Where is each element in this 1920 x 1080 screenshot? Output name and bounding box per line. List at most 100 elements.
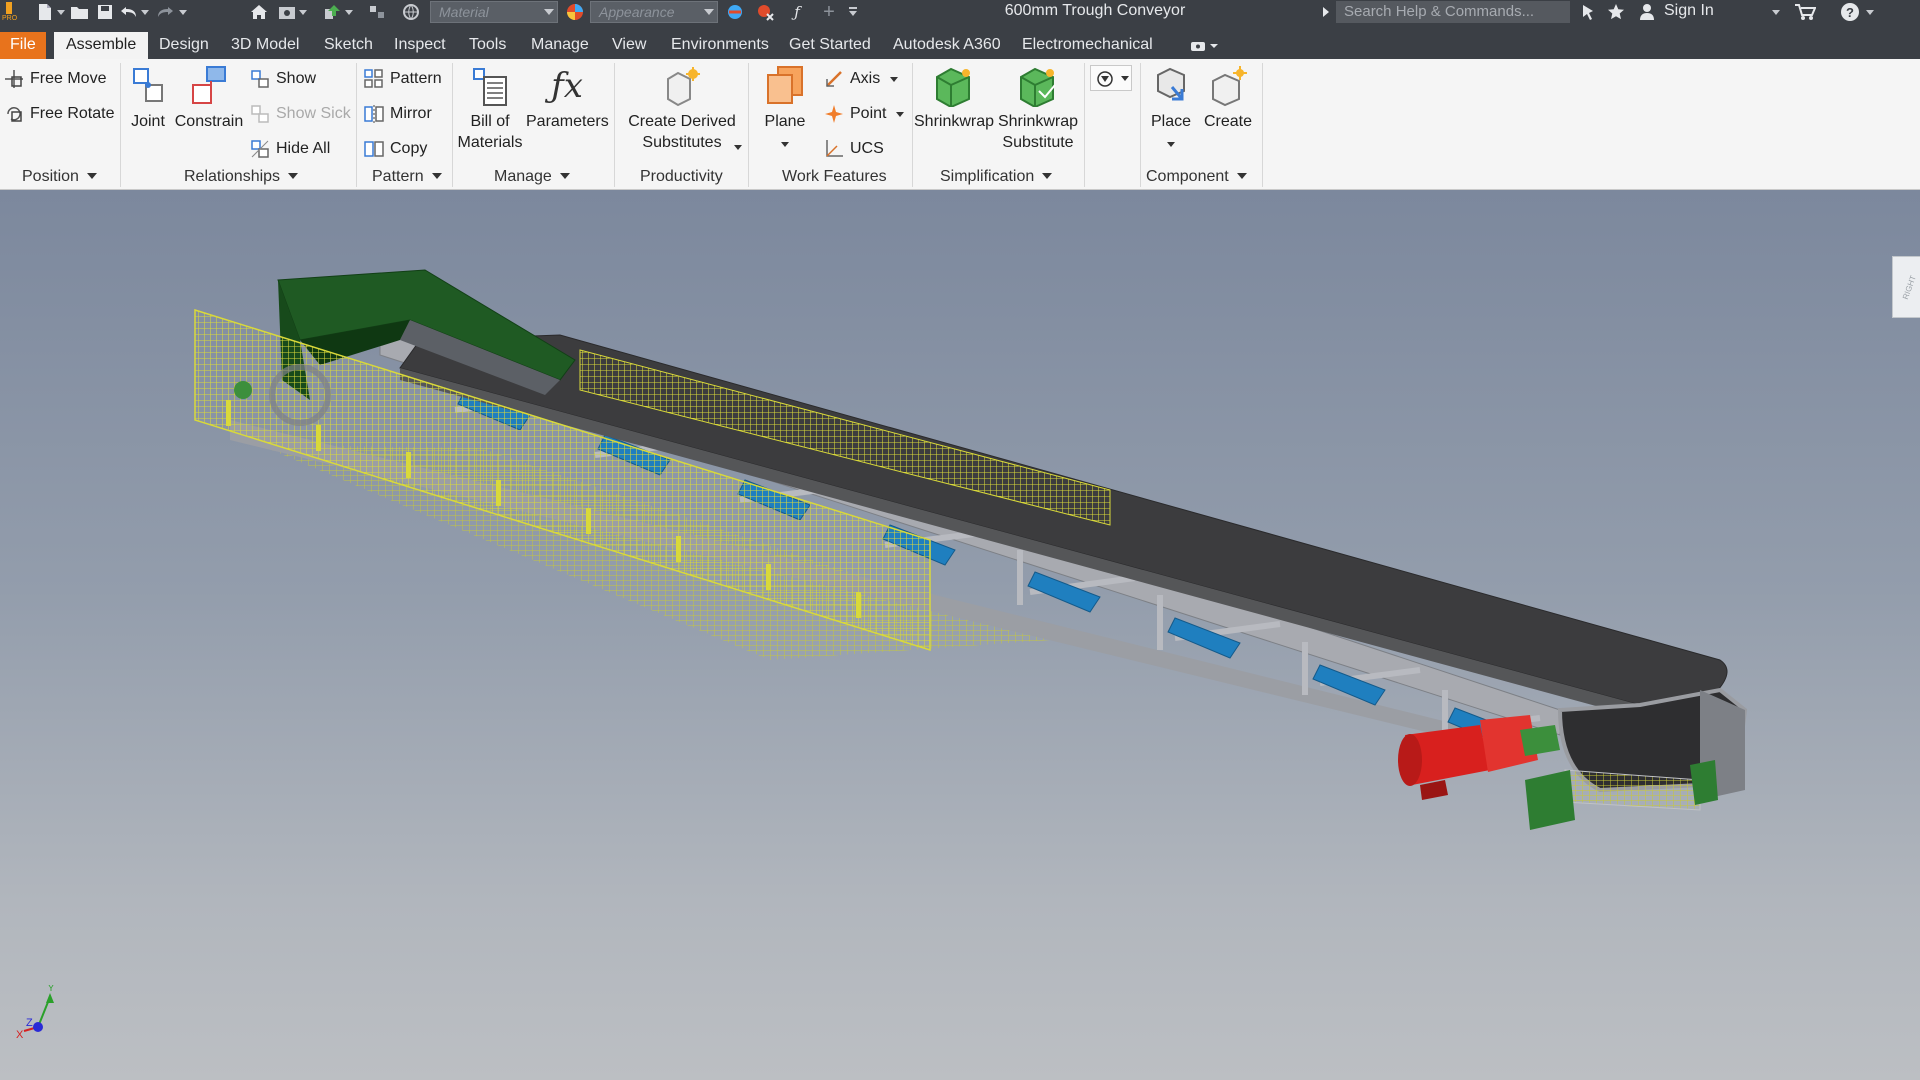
position-panel-label[interactable]: Position <box>22 168 97 186</box>
select-filter-dropdown-icon[interactable] <box>344 0 354 24</box>
tab-sketch[interactable]: Sketch <box>324 33 373 59</box>
point-button[interactable]: Point <box>824 102 905 126</box>
bill-of-materials-button[interactable]: Bill of Materials <box>454 65 526 153</box>
selection-filter-dropdown[interactable] <box>1090 65 1132 91</box>
search-input[interactable]: Search Help & Commands... <box>1336 1 1570 23</box>
manage-panel-label[interactable]: Manage <box>494 168 570 186</box>
plane-dropdown-icon[interactable] <box>781 142 789 147</box>
open-folder-icon[interactable] <box>68 0 92 24</box>
bill-of-materials-icon <box>470 65 510 107</box>
productivity-panel-label: Productivity <box>640 168 723 186</box>
point-label: Point <box>850 105 887 122</box>
tab-autodesk-a360[interactable]: Autodesk A360 <box>893 33 1001 59</box>
free-rotate-icon <box>4 104 24 124</box>
copy-button[interactable]: Copy <box>364 137 427 161</box>
create-derived-dropdown-icon[interactable] <box>734 137 742 155</box>
tail-bearing <box>234 381 252 399</box>
place-dropdown-icon[interactable] <box>1167 142 1175 147</box>
mirror-label: Mirror <box>390 105 432 122</box>
tab-design[interactable]: Design <box>159 33 209 59</box>
search-expand-icon[interactable] <box>1320 0 1332 24</box>
axis-button[interactable]: Axis <box>824 67 899 91</box>
cart-icon[interactable] <box>1792 0 1818 24</box>
sign-in-dropdown-icon[interactable] <box>1770 0 1782 24</box>
undo-icon[interactable] <box>118 0 140 24</box>
customize-dropdown-icon[interactable] <box>846 0 860 24</box>
sign-in-link[interactable]: Sign In <box>1664 2 1714 20</box>
app-logo[interactable]: PRO <box>0 0 22 24</box>
graphics-viewport[interactable]: RIGHT Z X Y <box>0 190 1920 1080</box>
axis-icon <box>824 69 844 89</box>
tab-inspect[interactable]: Inspect <box>394 33 446 59</box>
redo-dropdown-icon[interactable] <box>178 0 188 24</box>
save-icon[interactable] <box>94 0 116 24</box>
create-component-label: Create <box>1203 113 1253 130</box>
triad-y-label: Y <box>48 985 54 993</box>
create-component-button[interactable]: Create <box>1200 65 1256 132</box>
adjust-appearance-icon[interactable] <box>724 0 746 24</box>
user-icon[interactable] <box>1636 0 1658 24</box>
viewcube[interactable]: RIGHT <box>1892 256 1920 318</box>
undo-dropdown-icon[interactable] <box>140 0 150 24</box>
image-capture-icon[interactable] <box>276 0 298 24</box>
relationships-panel-label[interactable]: Relationships <box>184 168 299 186</box>
plane-button[interactable]: Plane <box>752 65 818 153</box>
filter-icon <box>1097 71 1113 87</box>
redo-icon[interactable] <box>154 0 176 24</box>
material-dropdown[interactable]: Material <box>430 1 558 23</box>
adjust-icon[interactable] <box>366 0 388 24</box>
new-file-dropdown-icon[interactable] <box>56 0 66 24</box>
shrinkwrap-substitute-button[interactable]: Shrinkwrap Substitute <box>996 65 1080 153</box>
point-dropdown-icon[interactable] <box>896 111 905 117</box>
simplification-panel-label[interactable]: Simplification <box>940 168 1053 186</box>
panel-divider <box>614 63 615 187</box>
tab-tools[interactable]: Tools <box>469 33 506 59</box>
hide-all-button[interactable]: Hide All <box>250 137 330 161</box>
capture-dropdown-icon[interactable] <box>298 0 308 24</box>
new-file-icon[interactable] <box>34 0 56 24</box>
show-button[interactable]: Show <box>250 67 316 91</box>
show-sick-button[interactable]: Show Sick <box>250 102 351 126</box>
place-button[interactable]: Place <box>1146 65 1196 153</box>
point-icon <box>824 104 844 124</box>
tab-view[interactable]: View <box>612 33 646 59</box>
select-filter-icon[interactable] <box>322 0 344 24</box>
free-move-button[interactable]: Free Move <box>4 67 106 91</box>
tab-manage[interactable]: Manage <box>531 33 589 59</box>
position-panel-title: Position <box>22 168 79 185</box>
joint-button[interactable]: Joint <box>124 65 172 132</box>
triad-x-label: X <box>16 1029 24 1041</box>
component-panel-label[interactable]: Component <box>1146 168 1247 186</box>
tab-3d-model[interactable]: 3D Model <box>231 33 299 59</box>
tab-file[interactable]: File <box>0 32 46 59</box>
clear-appearance-icon[interactable] <box>754 0 776 24</box>
help-icon[interactable]: ? <box>1838 0 1862 24</box>
mirror-button[interactable]: Mirror <box>364 102 432 126</box>
show-icon <box>250 69 270 89</box>
pattern-icon <box>364 69 384 89</box>
pattern-panel-label[interactable]: Pattern <box>372 168 442 186</box>
tab-electromechanical[interactable]: Electromechanical <box>1022 33 1153 59</box>
favorites-star-icon[interactable] <box>1604 0 1628 24</box>
appearance-dropdown[interactable]: Appearance <box>590 1 718 23</box>
comm-center-icon[interactable] <box>1576 0 1600 24</box>
help-dropdown-icon[interactable] <box>1864 0 1876 24</box>
tab-get-started[interactable]: Get Started <box>789 33 871 59</box>
ucs-button[interactable]: UCS <box>824 137 884 161</box>
pattern-button[interactable]: Pattern <box>364 67 442 91</box>
home-icon[interactable] <box>248 0 270 24</box>
free-move-icon <box>4 69 24 89</box>
create-derived-substitutes-button[interactable]: Create Derived Substitutes <box>620 65 744 153</box>
parameters-button[interactable]: ƒx Parameters <box>526 65 609 132</box>
globe-icon[interactable] <box>400 0 422 24</box>
plus-icon[interactable]: + <box>818 0 840 24</box>
conveyor-model[interactable] <box>0 190 1920 1080</box>
function-icon[interactable]: ƒ <box>786 0 808 24</box>
constrain-button[interactable]: Constrain <box>174 65 244 132</box>
free-rotate-button[interactable]: Free Rotate <box>4 102 114 126</box>
shrinkwrap-button[interactable]: Shrinkwrap <box>914 65 994 132</box>
axis-dropdown-icon[interactable] <box>890 76 899 82</box>
tab-environments[interactable]: Environments <box>671 33 769 59</box>
mirror-icon <box>364 104 384 124</box>
tab-assemble[interactable]: Assemble <box>54 32 149 59</box>
